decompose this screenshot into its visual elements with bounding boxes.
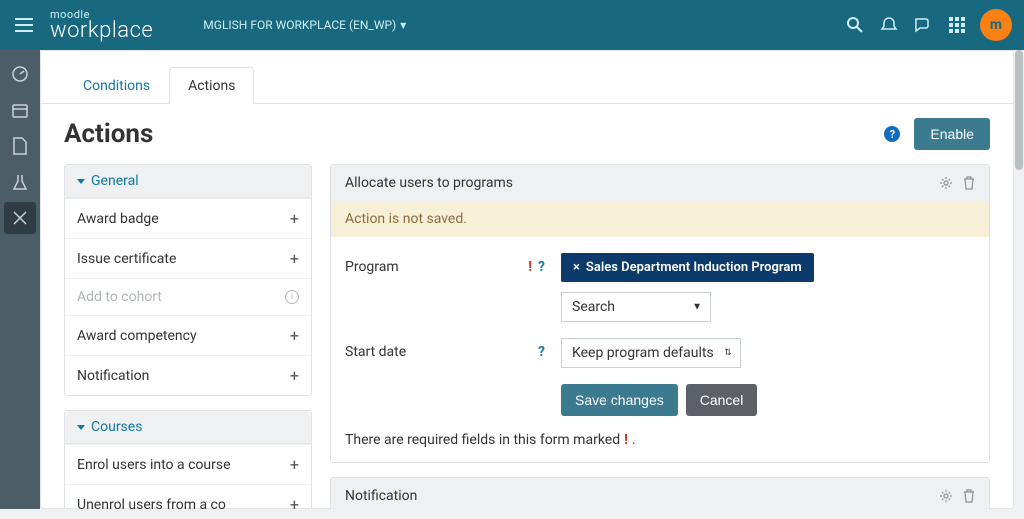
help-icon[interactable]: ? (538, 344, 545, 360)
item-label: Issue certificate (77, 251, 176, 267)
program-chip[interactable]: × Sales Department Induction Program (561, 253, 814, 282)
trash-icon[interactable] (963, 176, 975, 190)
brand-big: workplace (50, 20, 153, 42)
add-icon[interactable]: + (290, 209, 299, 228)
item-label: Award badge (77, 211, 159, 227)
user-avatar[interactable]: m (980, 9, 1012, 41)
menu-toggle-icon[interactable] (12, 13, 36, 37)
required-note-pre: There are required fields in this form m… (345, 432, 620, 448)
trash-icon[interactable] (963, 489, 975, 503)
panel-allocate-title: Allocate users to programs (345, 175, 513, 191)
required-icon: ! (528, 259, 532, 275)
start-date-select[interactable]: Keep program defaults ⇅ (561, 338, 741, 368)
program-search-select[interactable]: Search ▼ (561, 292, 711, 322)
heading-row: Actions ? Enable (40, 104, 1014, 164)
panel-notification-header: Notification (331, 478, 989, 509)
item-notification[interactable]: Notification + (65, 355, 311, 395)
content-area: Conditions Actions Actions ? Enable Gene… (40, 50, 1014, 509)
item-unenrol-users[interactable]: Unenrol users from a co + (65, 484, 311, 509)
sort-icon: ⇅ (724, 348, 732, 358)
info-icon[interactable]: i (285, 290, 299, 304)
language-selector[interactable]: MGLISH FOR WORKPLACE (EN_WP) ▾ (203, 18, 406, 32)
page-card: Conditions Actions Actions ? Enable Gene… (40, 50, 1014, 509)
tab-conditions[interactable]: Conditions (64, 67, 169, 104)
required-icon: ! (624, 432, 628, 448)
panel-allocate-header: Allocate users to programs (331, 165, 989, 201)
page-help-icon[interactable]: ? (884, 126, 900, 142)
caret-down-icon (77, 425, 85, 430)
start-date-label: Start date (345, 338, 505, 360)
item-award-badge[interactable]: Award badge + (65, 198, 311, 238)
avatar-initial: m (990, 17, 1002, 33)
tabs: Conditions Actions (40, 50, 1014, 104)
item-label: Add to cohort (77, 289, 162, 305)
item-label: Notification (77, 368, 149, 384)
group-general-header[interactable]: General (65, 165, 311, 198)
help-icon[interactable]: ? (538, 259, 545, 275)
add-icon[interactable]: + (290, 455, 299, 474)
save-button[interactable]: Save changes (561, 384, 678, 416)
search-icon[interactable] (838, 8, 872, 42)
group-courses-title: Courses (91, 419, 142, 435)
item-enrol-users[interactable]: Enrol users into a course + (65, 444, 311, 484)
gear-icon[interactable] (939, 489, 953, 503)
cancel-button[interactable]: Cancel (686, 384, 758, 416)
language-label: MGLISH FOR WORKPLACE (EN_WP) (203, 18, 396, 32)
dropdown-icon: ▼ (692, 302, 702, 313)
group-courses: Courses Enrol users into a course + Unen… (64, 410, 312, 509)
apps-icon[interactable] (940, 8, 974, 42)
select-value: Keep program defaults (572, 345, 714, 361)
rail-tools-icon[interactable] (4, 202, 36, 234)
select-placeholder: Search (572, 299, 615, 315)
add-icon[interactable]: + (290, 495, 299, 509)
chip-remove-icon[interactable]: × (573, 260, 580, 275)
required-fields-note: There are required fields in this form m… (345, 432, 975, 448)
item-issue-certificate[interactable]: Issue certificate + (65, 238, 311, 278)
notifications-icon[interactable] (872, 8, 906, 42)
page-title: Actions (64, 119, 153, 149)
item-award-competency[interactable]: Award competency + (65, 315, 311, 355)
add-icon[interactable]: + (290, 249, 299, 268)
chevron-down-icon: ▾ (400, 18, 406, 32)
panel-notification-title: Notification (345, 488, 417, 504)
enable-button[interactable]: Enable (914, 118, 990, 150)
rail-file-icon[interactable] (4, 130, 36, 162)
caret-down-icon (77, 179, 85, 184)
allocate-form: Program ! ? × Sales Department Induction… (331, 237, 989, 462)
panel-allocate: Allocate users to programs Action is not… (330, 164, 990, 463)
left-rail (0, 50, 40, 509)
add-icon[interactable]: + (290, 326, 299, 345)
item-add-to-cohort: Add to cohort i (65, 278, 311, 315)
top-bar: moodle workplace MGLISH FOR WORKPLACE (E… (0, 0, 1024, 50)
scrollbar-thumb[interactable] (1015, 50, 1023, 170)
required-note-post: . (632, 432, 636, 448)
group-courses-header[interactable]: Courses (65, 411, 311, 444)
item-label: Unenrol users from a co (77, 497, 226, 510)
rail-lab-icon[interactable] (4, 166, 36, 198)
gear-icon[interactable] (939, 176, 953, 190)
chip-label: Sales Department Induction Program (586, 260, 802, 275)
configured-actions: Allocate users to programs Action is not… (330, 164, 990, 479)
group-general-title: General (91, 173, 139, 189)
actions-library: General Award badge + Issue certificate … (64, 164, 312, 479)
panel-notification: Notification Send notification 'Welcome … (330, 477, 990, 509)
messages-icon[interactable] (906, 8, 940, 42)
group-general: General Award badge + Issue certificate … (64, 164, 312, 396)
tab-actions[interactable]: Actions (169, 67, 254, 104)
rail-dashboard-icon[interactable] (4, 58, 36, 90)
warning-banner: Action is not saved. (331, 201, 989, 237)
brand: moodle workplace (50, 9, 153, 42)
program-label: Program (345, 253, 505, 275)
item-label: Award competency (77, 328, 197, 344)
rail-calendar-icon[interactable] (4, 94, 36, 126)
add-icon[interactable]: + (290, 366, 299, 385)
item-label: Enrol users into a course (77, 457, 231, 473)
